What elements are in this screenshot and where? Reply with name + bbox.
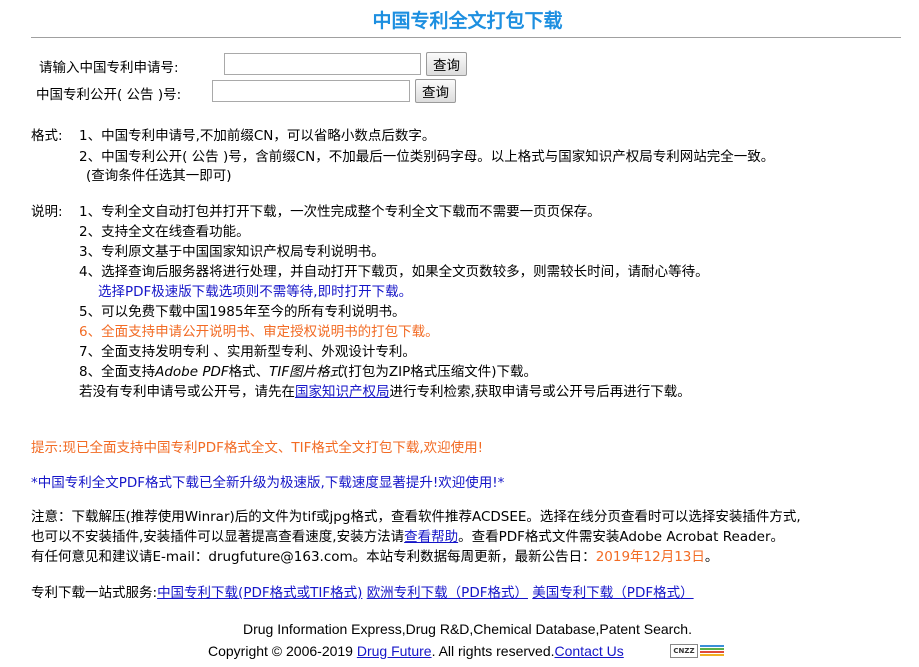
notes-line-4: 4、选择查询后服务器将进行处理，并自动打开下载页，如果全文页数较多，则需较长时间… [79, 264, 709, 280]
notes-line-8-tif: TIF图片格式 [269, 364, 344, 380]
notes-line-9: 若没有专利申请号或公开号，请先在国家知识产权局进行专利检索,获取申请号或公开号后… [79, 380, 691, 400]
china-patent-download-link[interactable]: 中国专利下载(PDF格式或TIF格式) [157, 585, 362, 601]
notice-line-3: 有任何意见和建议请E-mail：drugfuture@163.com。本站专利数… [31, 545, 718, 565]
notes-line-1: 1、专利全文自动打包并打开下载，一次性完成整个专利全文下载而不需要一页页保存。 [79, 204, 601, 220]
application-search-button[interactable]: 查询 [426, 52, 467, 76]
publication-search-button[interactable]: 查询 [415, 79, 456, 103]
title-divider [31, 37, 901, 38]
latest-date: 2019年12月13日 [595, 549, 705, 565]
notes-line-3: 3、专利原文基于中国国家知识产权局专利说明书。 [79, 244, 385, 260]
cnzz-logo-text: CNZZ [670, 644, 698, 658]
notes-line-8: 8、全面支持Adobe PDF格式、TIF图片格式(打包为ZIP格式压缩文件)下… [79, 360, 537, 380]
drug-future-link[interactable]: Drug Future [357, 643, 432, 659]
notes-line-2: 2、支持全文在线查看功能。 [79, 224, 250, 240]
europe-patent-download-link[interactable]: 欧洲专利下载（PDF格式） [367, 585, 528, 601]
tip-text: 提示:现已全面支持中国专利PDF格式全文、TIF格式全文打包下载,欢迎使用! [31, 440, 484, 456]
notes-line-9-b: 进行专利检索,获取申请号或公开号后再进行下载。 [389, 384, 691, 400]
format-line-3: (查询条件任选其一即可) [86, 168, 232, 184]
copyright-a: Copyright © 2006-2019 [208, 643, 357, 659]
notes-line-5: 5、可以免费下载中国1985年至今的所有专利说明书。 [79, 304, 406, 320]
notes-line-7: 7、全面支持发明专利 、实用新型专利、外观设计专利。 [79, 344, 416, 360]
notice-line-1: 注意：下载解压(推荐使用Winrar)后的文件为tif或jpg格式，查看软件推荐… [31, 509, 801, 525]
publication-number-input[interactable] [212, 80, 410, 102]
application-number-label: 请输入中国专利申请号: [39, 60, 179, 76]
view-help-link[interactable]: 查看帮助 [404, 529, 458, 545]
notice-line-3-b: 。 [704, 549, 719, 565]
format-line-2: 2、中国专利公开( 公告 )号，含前缀CN，不加最后一位类别码字母。以上格式与国… [79, 149, 775, 165]
copyright-b: . All rights reserved. [431, 643, 555, 659]
notes-line-8-c: (打包为ZIP格式压缩文件)下载。 [343, 364, 538, 380]
notes-line-8-a: 8、全面支持 [79, 364, 156, 380]
services-line: 专利下载一站式服务:中国专利下载(PDF格式或TIF格式) 欧洲专利下载（PDF… [31, 581, 694, 601]
publication-number-label: 中国专利公开( 公告 )号: [36, 87, 182, 103]
notes-line-8-b: 格式、 [228, 364, 270, 380]
us-patent-download-link[interactable]: 美国专利下载（PDF格式） [532, 585, 693, 601]
notice-line-2-b: 。查看PDF格式文件需安装Adobe Acrobat Reader。 [458, 529, 785, 545]
notice-line-2-a: 也可以不安装插件,安装插件可以显著提高查看速度,安装方法请 [31, 529, 405, 545]
announcement-text: *中国专利全文PDF格式下载已全新升级为极速版,下载速度显著提升!欢迎使用!* [31, 475, 505, 491]
cnipa-link[interactable]: 国家知识产权局 [295, 384, 390, 400]
notes-line-9-a: 若没有专利申请号或公开号，请先在 [79, 384, 295, 400]
services-label: 专利下载一站式服务: [31, 585, 158, 601]
notes-line-8-pdf: Adobe PDF [155, 364, 229, 380]
notes-label: 说明: [31, 204, 63, 220]
application-number-input[interactable] [224, 53, 421, 75]
contact-us-link[interactable]: Contact Us [555, 643, 624, 659]
cnzz-bars-icon [700, 645, 724, 657]
notice-line-2: 也可以不安装插件,安装插件可以显著提高查看速度,安装方法请查看帮助。查看PDF格… [31, 525, 784, 545]
notice-line-3-a: 有任何意见和建议请E-mail：drugfuture@163.com。本站专利数… [31, 549, 596, 565]
footer-tagline: Drug Information Express,Drug R&D,Chemic… [243, 621, 692, 637]
format-label: 格式: [31, 128, 63, 144]
page-title: 中国专利全文打包下载 [372, 10, 563, 32]
footer-copyright: Copyright © 2006-2019 Drug Future. All r… [208, 643, 624, 659]
cnzz-badge-icon[interactable]: CNZZ [670, 644, 724, 658]
format-line-1: 1、中国专利申请号,不加前缀CN，可以省略小数点后数字。 [79, 128, 436, 144]
notes-line-4-pdf-fast: 选择PDF极速版下载选项则不需等待,即时打开下载。 [98, 284, 413, 300]
notes-line-6: 6、全面支持申请公开说明书、审定授权说明书的打包下载。 [79, 324, 439, 340]
